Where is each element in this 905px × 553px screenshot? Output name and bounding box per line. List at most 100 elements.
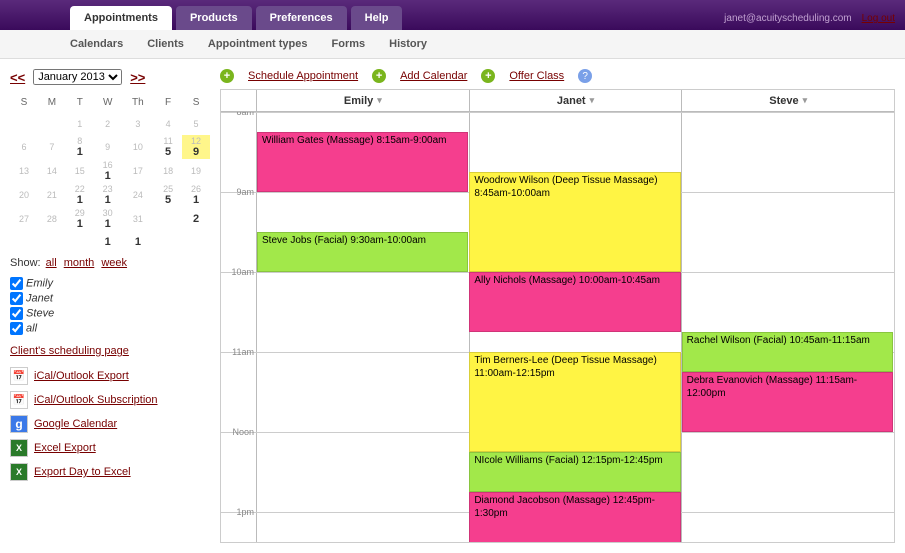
chevron-down-icon: ▾ (803, 95, 808, 106)
chevron-down-icon: ▾ (377, 95, 382, 106)
minical-day[interactable]: 115 (154, 135, 182, 159)
hour-label: 10am (221, 267, 257, 277)
appointment[interactable]: Rachel Wilson (Facial) 10:45am-11:15am (682, 332, 893, 372)
minical-day (10, 113, 38, 135)
filter-checkbox-all[interactable] (10, 322, 23, 335)
minical-day[interactable]: 15 (66, 159, 94, 183)
subnav-calendars[interactable]: Calendars (70, 38, 123, 50)
minical-day[interactable]: 161 (94, 159, 122, 183)
minical-day[interactable]: 28 (38, 207, 66, 231)
column-header[interactable]: Emily▾ (257, 90, 470, 111)
minical-day[interactable]: 255 (154, 183, 182, 207)
minical-day[interactable]: 231 (94, 183, 122, 207)
column-header[interactable]: Steve▾ (682, 90, 894, 111)
add-calendar-link[interactable]: Add Calendar (400, 70, 467, 82)
appointment[interactable]: Tim Berners-Lee (Deep Tissue Massage) 11… (469, 352, 680, 452)
hour-label: 11am (221, 347, 257, 357)
appointment[interactable]: William Gates (Massage) 8:15am-9:00am (257, 132, 468, 192)
hour-label: 1pm (221, 507, 257, 517)
prev-month[interactable]: << (10, 70, 25, 85)
minical-day[interactable]: 20 (10, 183, 38, 207)
minical-day[interactable]: 221 (66, 183, 94, 207)
next-month[interactable]: >> (130, 70, 145, 85)
export-ical-outlook-subscription[interactable]: iCal/Outlook Subscription (34, 394, 158, 406)
tab-help[interactable]: Help (351, 6, 403, 30)
user-email: janet@acuityscheduling.com (724, 13, 851, 24)
appointment[interactable]: Ally Nichols (Massage) 10:00am-10:45am (469, 272, 680, 332)
minical-day[interactable]: 2 (94, 113, 122, 135)
column-header[interactable]: Janet▾ (470, 90, 683, 111)
mini-calendar: SMTWThFS 1234567819101151291314151611718… (10, 91, 210, 253)
minical-day (10, 231, 38, 253)
calendar-body[interactable]: 8am9am10am11amNoon1pm William Gates (Mas… (221, 112, 894, 542)
minical-day[interactable]: 9 (94, 135, 122, 159)
filter-checkbox-steve[interactable] (10, 307, 23, 320)
minical-day: 1 (122, 231, 155, 253)
appointment[interactable]: Diamond Jacobson (Massage) 12:45pm- 1:30… (469, 492, 680, 542)
minical-day: 2 (182, 207, 210, 231)
show-week[interactable]: week (101, 257, 127, 269)
month-select[interactable]: January 2013 (33, 69, 122, 85)
minical-day[interactable]: 27 (10, 207, 38, 231)
minical-day[interactable]: 129 (182, 135, 210, 159)
minical-day[interactable]: 18 (154, 159, 182, 183)
export-ical-outlook-export[interactable]: iCal/Outlook Export (34, 370, 129, 382)
minical-day[interactable]: 261 (182, 183, 210, 207)
subnav-history[interactable]: History (389, 38, 427, 50)
help-icon[interactable]: ? (578, 69, 592, 83)
minical-day[interactable]: 14 (38, 159, 66, 183)
subnav-appointment-types[interactable]: Appointment types (208, 38, 308, 50)
export-list: iCal/Outlook Export iCal/Outlook Subscrip… (10, 367, 210, 481)
minical-day (38, 113, 66, 135)
sidebar: << January 2013 >> SMTWThFS 123456781910… (10, 69, 210, 543)
minical-day[interactable]: 24 (122, 183, 155, 207)
show-opts: all month week (44, 257, 129, 269)
export-google-calendar[interactable]: Google Calendar (34, 418, 117, 430)
plus-icon: + (481, 69, 495, 83)
tab-preferences[interactable]: Preferences (256, 6, 347, 30)
schedule-appointment-link[interactable]: Schedule Appointment (248, 70, 358, 82)
content: + Schedule Appointment + Add Calendar + … (220, 69, 895, 543)
g-icon: g (10, 415, 28, 433)
minical-day[interactable]: 5 (182, 113, 210, 135)
minical-day[interactable]: 10 (122, 135, 155, 159)
minical-day[interactable]: 1 (66, 113, 94, 135)
minical-day[interactable]: 13 (10, 159, 38, 183)
plus-icon: + (220, 69, 234, 83)
cal-icon (10, 367, 28, 385)
show-all[interactable]: all (46, 257, 57, 269)
minical-day[interactable]: 3 (122, 113, 155, 135)
offer-class-link[interactable]: Offer Class (509, 70, 564, 82)
calendar-header: Emily▾ Janet▾ Steve▾ (221, 90, 894, 112)
hour-label: 8am (221, 112, 257, 117)
minical-dow-row: SMTWThFS (10, 91, 210, 113)
minical-day[interactable]: 291 (66, 207, 94, 231)
logout-link[interactable]: Log out (862, 13, 895, 24)
minical-day[interactable]: 17 (122, 159, 155, 183)
minical-day[interactable]: 301 (94, 207, 122, 231)
subnav-forms[interactable]: Forms (332, 38, 366, 50)
tab-appointments[interactable]: Appointments (70, 6, 172, 30)
plus-icon: + (372, 69, 386, 83)
export-export-day-to-excel[interactable]: Export Day to Excel (34, 466, 131, 478)
minical-day[interactable]: 31 (122, 207, 155, 231)
tab-products[interactable]: Products (176, 6, 252, 30)
export-excel-export[interactable]: Excel Export (34, 442, 96, 454)
minical-day[interactable]: 4 (154, 113, 182, 135)
minical-day[interactable]: 6 (10, 135, 38, 159)
minical-day[interactable]: 19 (182, 159, 210, 183)
filter-checkbox-janet[interactable] (10, 292, 23, 305)
appointment[interactable]: Steve Jobs (Facial) 9:30am-10:00am (257, 232, 468, 272)
appointment[interactable]: Woodrow Wilson (Deep Tissue Massage) 8:4… (469, 172, 680, 272)
client-scheduling-link[interactable]: Client's scheduling page (10, 345, 129, 357)
cal-icon (10, 391, 28, 409)
show-month[interactable]: month (64, 257, 95, 269)
appointment[interactable]: NIcole Williams (Facial) 12:15pm-12:45pm (469, 452, 680, 492)
minical-day[interactable]: 21 (38, 183, 66, 207)
subnav-clients[interactable]: Clients (147, 38, 184, 50)
minical-day[interactable]: 81 (66, 135, 94, 159)
minical-day (182, 231, 210, 253)
filter-checkbox-emily[interactable] (10, 277, 23, 290)
minical-day[interactable]: 7 (38, 135, 66, 159)
appointment[interactable]: Debra Evanovich (Massage) 11:15am-12:00p… (682, 372, 893, 432)
